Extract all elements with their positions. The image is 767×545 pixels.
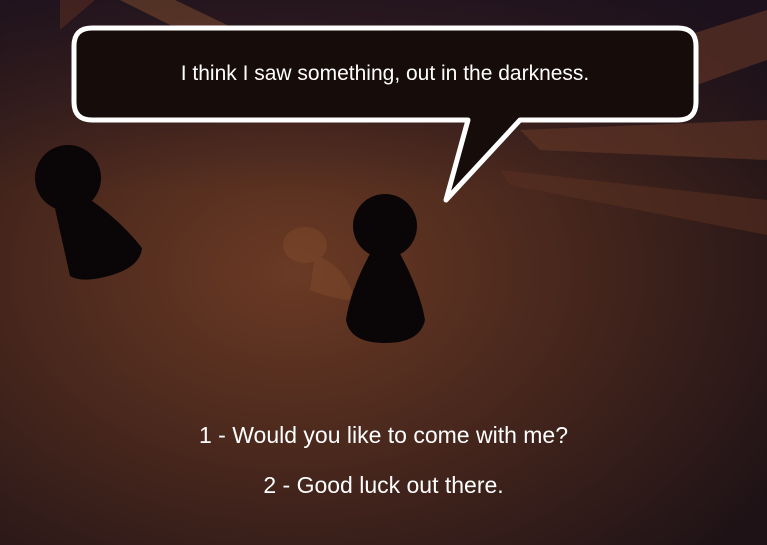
dialogue-choice-2[interactable]: 2 - Good luck out there. [0,468,767,502]
speech-bubble-text: I think I saw something, out in the dark… [180,62,590,85]
choice-number: 2 [263,472,277,498]
choice-text: Would you like to come with me? [232,422,569,448]
choice-separator: - [276,472,297,498]
choice-number: 1 [198,422,212,448]
choice-text: Good luck out there. [296,472,504,498]
game-scene: I think I saw something, out in the dark… [0,0,767,545]
dialogue-choice-1[interactable]: 1 - Would you like to come with me? [0,418,767,452]
dialogue-choices: 1 - Would you like to come with me? 2 - … [0,418,767,518]
choice-separator: - [211,422,233,448]
